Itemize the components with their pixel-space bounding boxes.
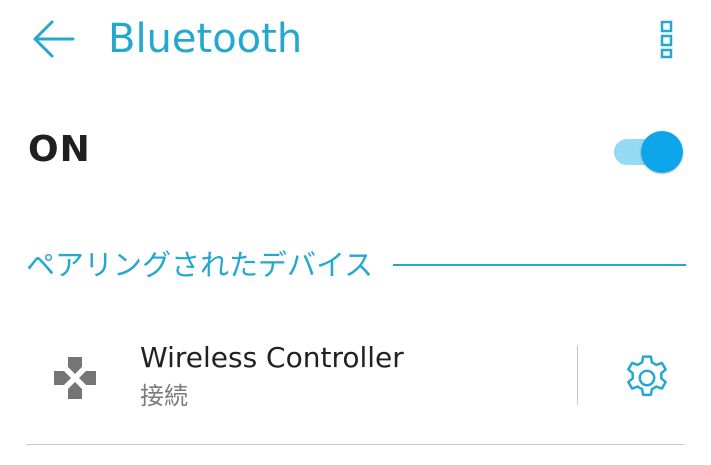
more-options-button[interactable]	[650, 14, 684, 64]
paired-devices-section-header: ペアリングされたデバイス	[26, 242, 686, 288]
gamepad-icon	[52, 355, 98, 401]
back-button[interactable]	[26, 14, 80, 64]
page-title: Bluetooth	[108, 16, 303, 62]
device-settings-button[interactable]	[616, 347, 678, 409]
gear-icon	[627, 355, 667, 397]
more-vertical-icon	[660, 20, 673, 59]
bluetooth-switch[interactable]	[612, 130, 686, 173]
bluetooth-settings-screen: Bluetooth ON ペアリングされたデバイス Wireless Contr…	[0, 0, 711, 465]
switch-thumb	[641, 131, 683, 173]
paired-device-row[interactable]: Wireless Controller 接続	[0, 325, 711, 420]
bluetooth-state-label: ON	[28, 129, 91, 170]
vertical-divider	[577, 345, 578, 405]
device-name: Wireless Controller	[140, 341, 404, 374]
section-divider	[393, 264, 686, 266]
arrow-left-icon	[33, 20, 75, 58]
list-divider	[26, 444, 684, 445]
device-status: 接続	[140, 382, 188, 410]
section-title: ペアリングされたデバイス	[26, 248, 374, 282]
bluetooth-toggle-row: ON	[0, 110, 711, 190]
